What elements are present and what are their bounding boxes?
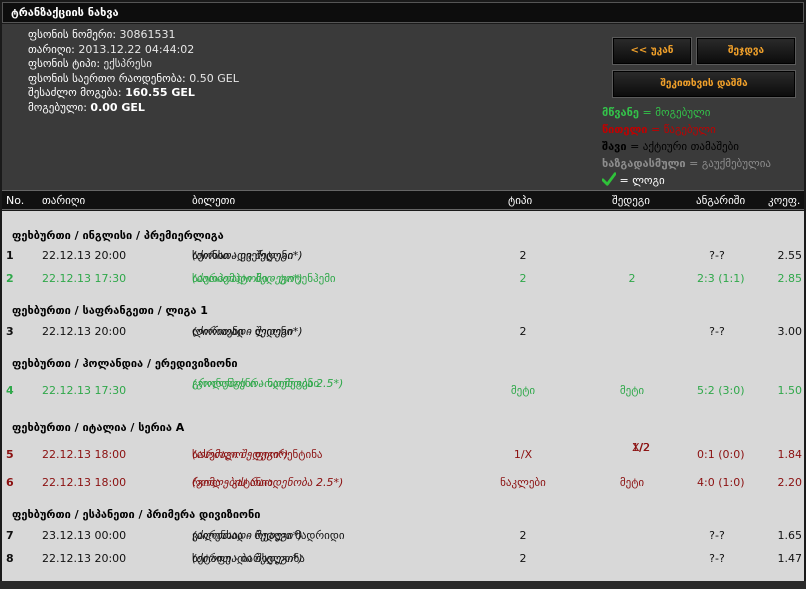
col-coef: კოეფ. [768, 194, 801, 207]
won-line: მოგებული: 0.00 GEL [28, 100, 145, 114]
bottom-border [0, 581, 806, 589]
legend-check: = ლოგი [602, 172, 771, 189]
col-date: თარიღი [42, 194, 86, 207]
back-button[interactable]: << უკან [612, 37, 692, 65]
bets-table: ფეხბურთი / ინგლისი / პრემიერლიგა 1 22.12… [2, 211, 804, 581]
possible-win: 160.55 GEL [125, 86, 195, 99]
section-header: ფეხბურთი / იტალია / სერია A [12, 421, 185, 434]
possible-win-line: შესაძლო მოგება: 160.55 GEL [28, 86, 195, 99]
col-no: No. [6, 194, 25, 207]
legend-cancelled: ხაზგადასმული = გაუქმებულია [602, 157, 771, 170]
col-result: შედეგი [612, 194, 650, 207]
cashout-button[interactable]: შეჯდვა [696, 37, 796, 65]
section-header: ფეხბურთი / ესპანეთი / პრიმერა დივიზიონი [12, 508, 261, 521]
table-header: No. თარიღი ბილეთი ტიპი შედეგი ანგარიში კ… [2, 190, 804, 210]
section-header: ფეხბურთი / ინგლისი / პრემიერლიგა [12, 229, 224, 242]
legend-lost: წითელი = წაგებული [602, 123, 716, 136]
slip-date-line: თარიღი: 2013.12.22 04:44:02 [28, 42, 195, 56]
reserve-bet-button[interactable]: შეკითხვის დაშმა [612, 70, 796, 98]
col-calc: ანგარიში [696, 194, 746, 207]
slip-date: 2013.12.22 04:44:02 [78, 42, 195, 56]
col-ticket: ბილეთი [192, 194, 236, 207]
legend-active: შავი = აქტიური თამაშები [602, 140, 739, 153]
section-header: ფეხბურთი / ჰოლანდია / ერედივიზიონი [12, 357, 238, 370]
slip-info-panel: ფსონის ნომერი: 30861531 თარიღი: 2013.12.… [2, 24, 804, 190]
won-amount: 0.00 GEL [90, 100, 145, 114]
slip-number: 30861531 [119, 28, 176, 41]
color-legend: მწვანე = მოგებული წითელი = წაგებული შავი… [602, 104, 771, 189]
total-stake: 0.50 GEL [189, 71, 239, 85]
slip-number-line: ფსონის ნომერი: 30861531 [28, 28, 176, 41]
legend-won: მწვანე = მოგებული [602, 106, 711, 119]
total-stake-line: ფსონის საერთო რაოდენობა: 0.50 GEL [28, 71, 239, 85]
slip-type: ექსპრესი [103, 57, 152, 70]
window-title: ტრანზაქციის ნახვა [2, 2, 804, 23]
slip-details: ფსონის ნომერი: 30861531 თარიღი: 2013.12.… [28, 28, 239, 115]
check-icon [602, 172, 616, 186]
section-header: ფეხბურთი / საფრანგეთი / ლიგა 1 [12, 304, 208, 317]
slip-type-line: ფსონის ტიპი: ექსპრესი [28, 57, 152, 70]
col-type: ტიპი [508, 194, 533, 207]
